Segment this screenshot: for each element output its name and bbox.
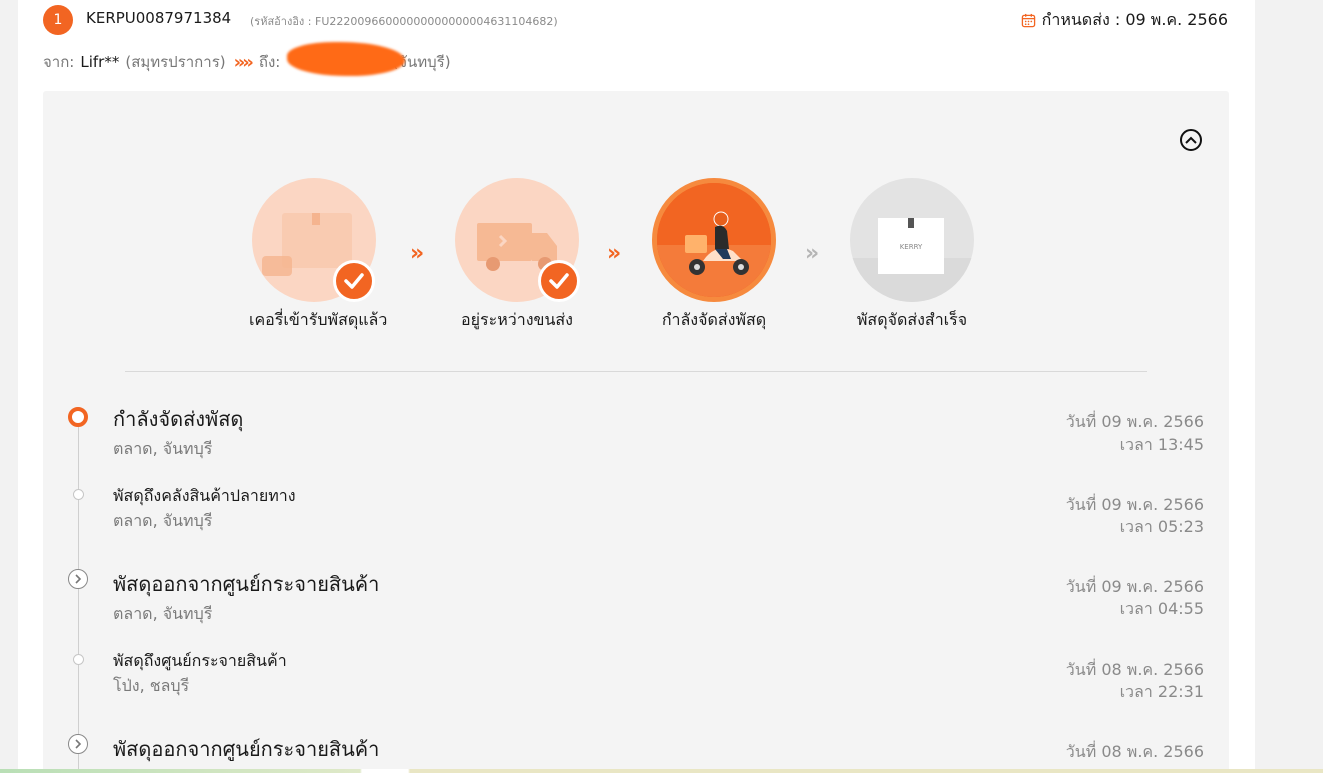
shipment-index: 1	[53, 12, 63, 28]
redaction-mark	[287, 42, 405, 76]
current-status-marker	[68, 407, 88, 427]
chevron-right-icon: »	[410, 241, 424, 266]
from-label: จาก:	[43, 53, 75, 71]
event-location: ตลาด, จันทบุรี	[113, 511, 213, 530]
bottom-strip	[0, 769, 1323, 773]
chevron-right-icon	[75, 739, 82, 749]
shipment-index-badge: 1	[43, 5, 73, 35]
from-province: (สมุทรปราการ)	[125, 53, 226, 71]
chevron-up-icon	[1185, 136, 1197, 144]
reference-code: (รหัสอ้างอิง : FU22200966000000000000004…	[250, 15, 558, 28]
step-label: เคอรี่เข้ารับพัสดุแล้ว	[249, 310, 388, 329]
step-out-for-delivery: กำลังจัดส่งพัสดุ	[649, 178, 779, 333]
step-label: พัสดุจัดส่งสำเร็จ	[856, 310, 968, 329]
to-label: ถึง:	[258, 53, 281, 71]
step-label: อยู่ระหว่างขนส่ง	[461, 310, 573, 329]
step-label: กำลังจัดส่งพัสดุ	[661, 310, 767, 329]
steps-divider	[125, 371, 1147, 372]
event-title: กำลังจัดส่งพัสดุ	[113, 407, 244, 431]
expand-event-button[interactable]	[68, 569, 88, 589]
step-delivered: KERRY พัสดุจัดส่งสำเร็จ	[847, 178, 977, 333]
step-in-transit: อยู่ระหว่างขนส่ง	[452, 178, 582, 333]
brand-text: KERRY	[900, 243, 923, 251]
step-picked-up: เคอรี่เข้ารับพัสดุแล้ว	[249, 178, 388, 333]
chevron-right-icon: »	[805, 241, 819, 266]
check-icon	[538, 260, 580, 302]
step-delivered-circle: KERRY	[850, 178, 974, 302]
event-date: วันที่ 09 พ.ค. 2566	[1065, 412, 1204, 431]
due-date-label: กำหนดส่ง : 09 พ.ค. 2566	[1041, 10, 1228, 29]
event-title: พัสดุออกจากศูนย์กระจายสินค้า	[113, 737, 380, 761]
event-title: พัสดุถึงศูนย์กระจายสินค้า	[113, 651, 287, 670]
sender-name: Lifr**	[80, 53, 120, 71]
event-title: พัสดุถึงคลังสินค้าปลายทาง	[113, 486, 296, 505]
expand-event-button[interactable]	[68, 734, 88, 754]
tracking-number: KERPU0087971384	[86, 9, 232, 27]
event-time: เวลา 13:45	[1119, 435, 1204, 454]
event-time: เวลา 05:23	[1119, 517, 1204, 536]
event-time: เวลา 04:55	[1119, 599, 1204, 618]
parcel-box-icon: KERRY	[850, 218, 974, 302]
timeline-dot	[73, 654, 84, 665]
step-out-for-delivery-circle	[652, 178, 776, 302]
check-icon	[333, 260, 375, 302]
event-date: วันที่ 08 พ.ค. 2566	[1065, 742, 1204, 761]
event-time: เวลา 22:31	[1119, 682, 1204, 701]
calendar-icon	[1021, 13, 1035, 28]
due-date: กำหนดส่ง : 09 พ.ค. 2566	[1021, 8, 1228, 33]
event-title: พัสดุออกจากศูนย์กระจายสินค้า	[113, 572, 380, 596]
timeline-dot	[73, 489, 84, 500]
delivery-scooter-icon	[657, 183, 771, 297]
event-location: ตลาด, จันทบุรี	[113, 604, 213, 623]
event-location: โป่ง, ชลบุรี	[113, 676, 190, 695]
timeline-line	[78, 425, 79, 773]
chevron-right-icon	[75, 574, 82, 584]
route-arrow-icon: »»	[233, 51, 254, 73]
chevron-right-icon: »	[607, 241, 621, 266]
collapse-button[interactable]	[1180, 129, 1202, 151]
event-location: ตลาด, จันทบุรี	[113, 439, 213, 458]
